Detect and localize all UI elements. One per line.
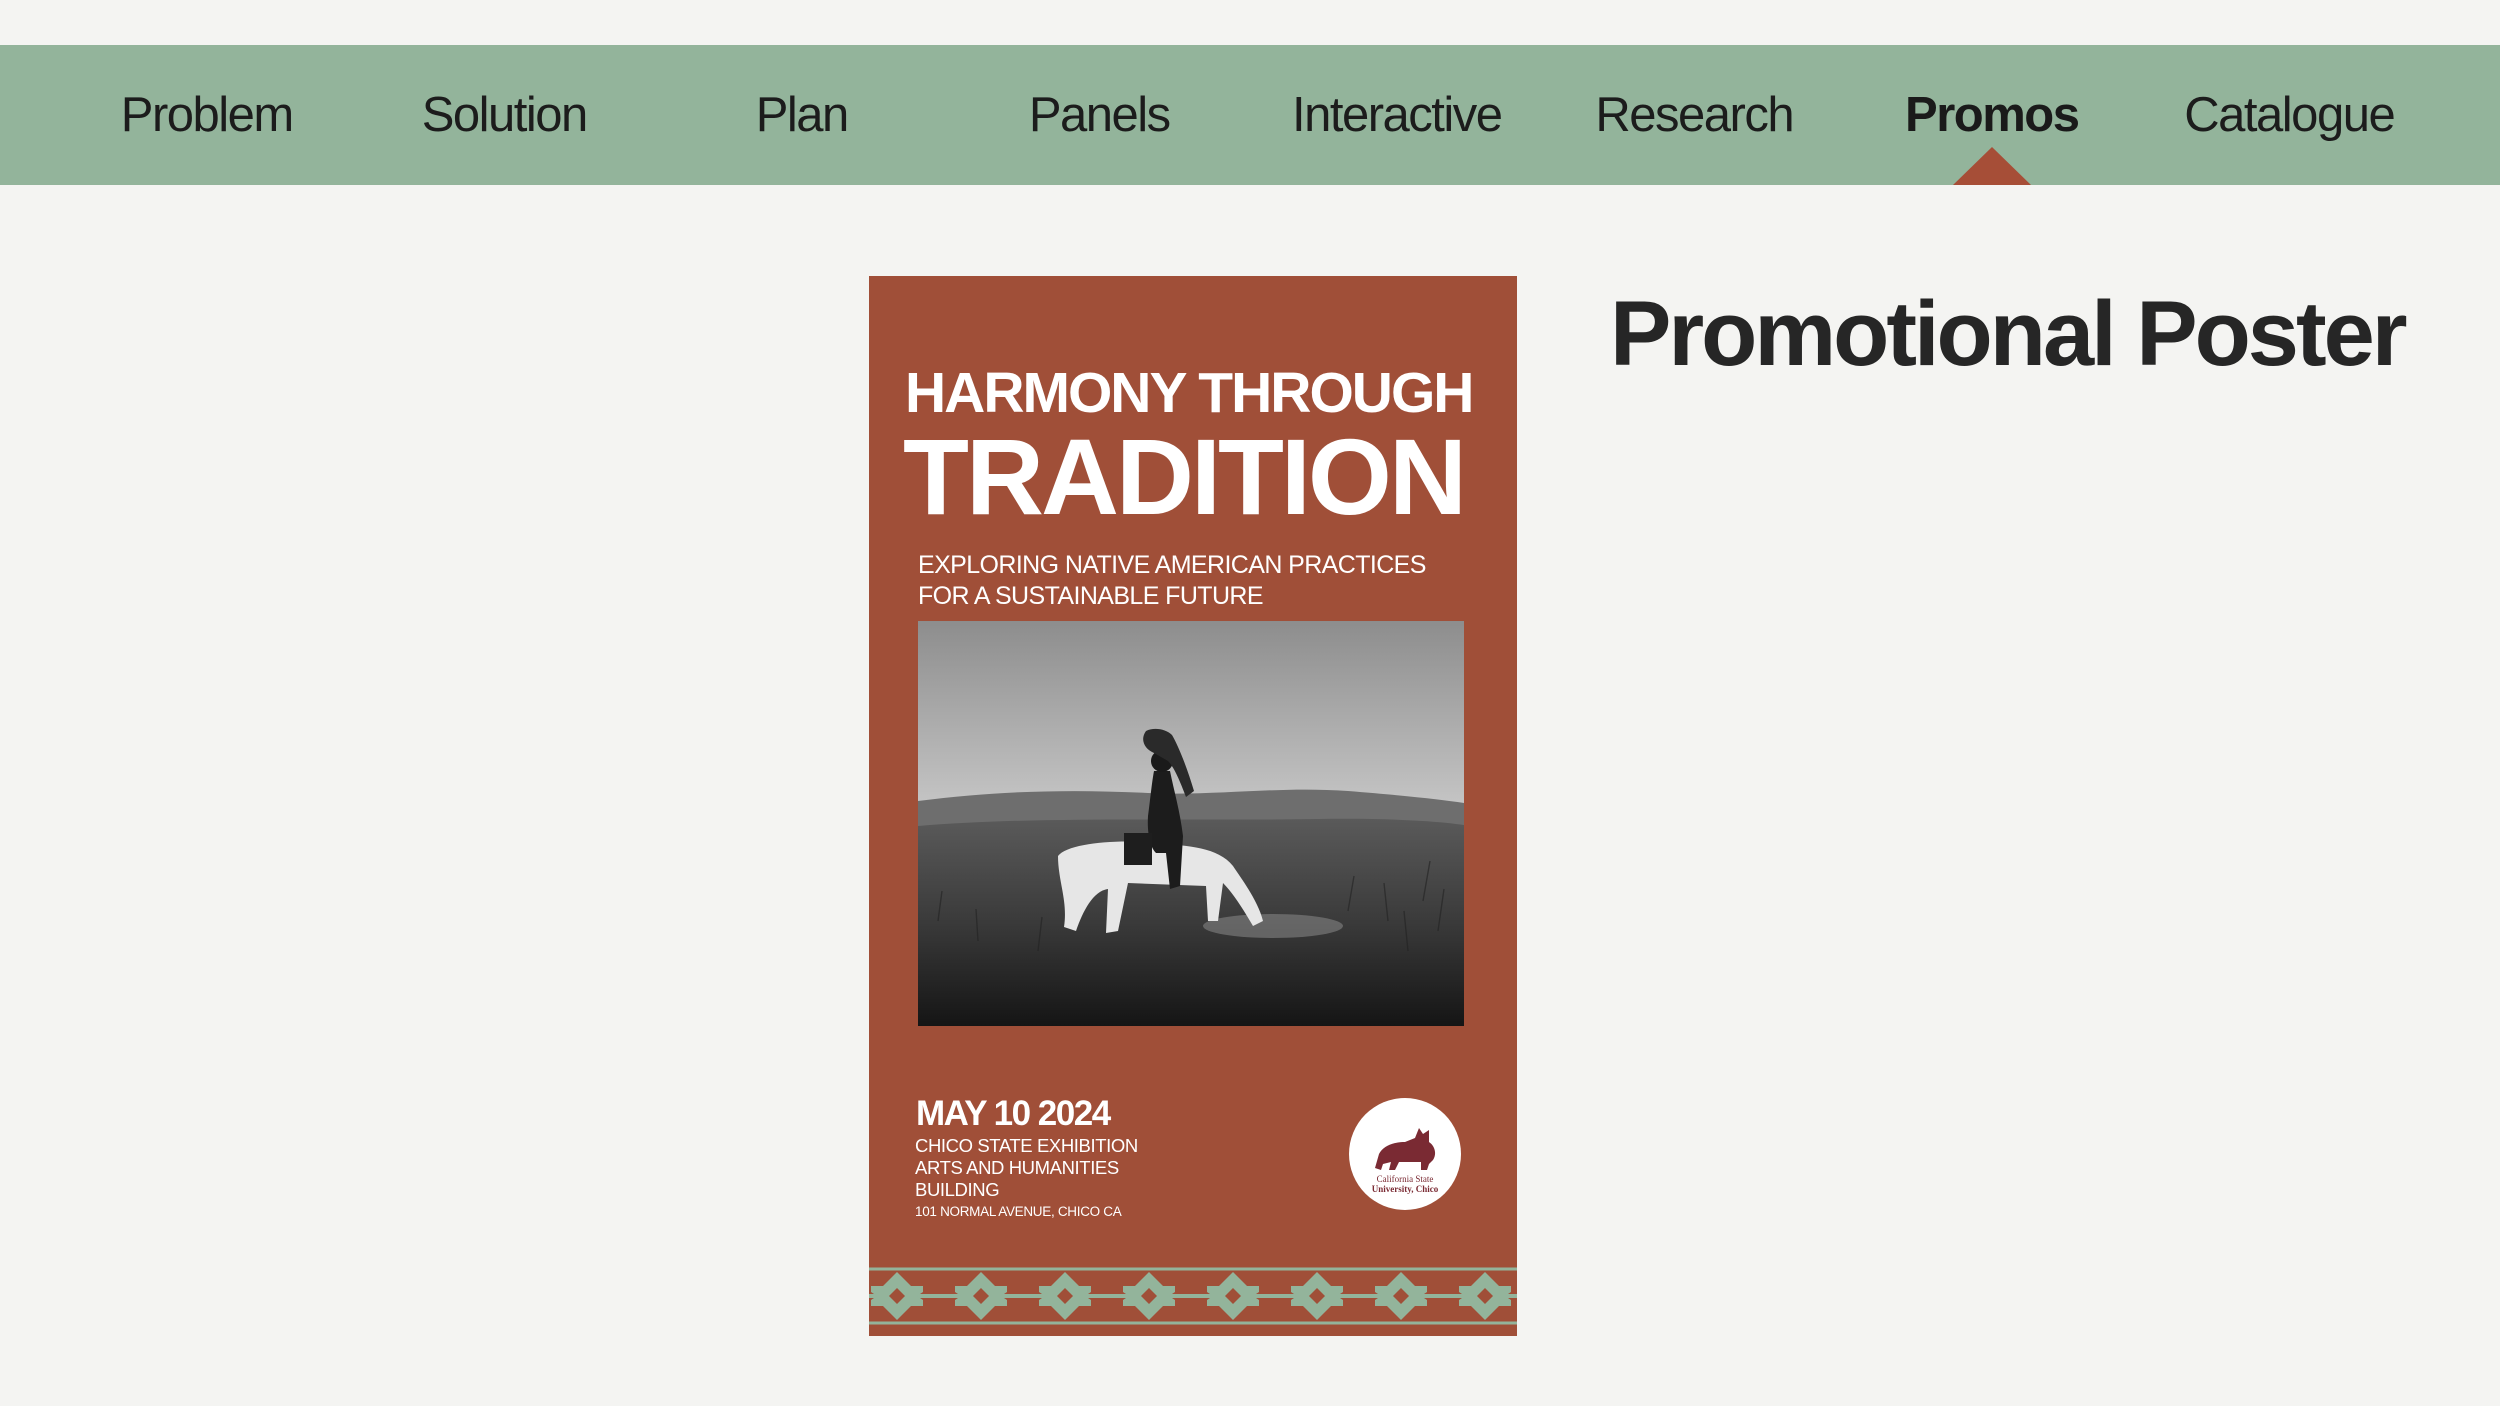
poster-subtitle-line-2: FOR A SUSTAINABLE FUTURE bbox=[918, 582, 1264, 610]
nav-item-solution[interactable]: Solution bbox=[356, 45, 654, 185]
promotional-poster: HARMONY THROUGH TRADITION EXPLORING NATI… bbox=[869, 276, 1517, 1336]
nav-item-research[interactable]: Research bbox=[1546, 45, 1844, 185]
poster-venue-line-2: ARTS AND HUMANITIES bbox=[915, 1157, 1119, 1178]
page: Problem Solution Plan Panels Interactive… bbox=[0, 0, 2500, 1406]
nav-item-panels[interactable]: Panels bbox=[951, 45, 1249, 185]
nav-item-problem[interactable]: Problem bbox=[58, 45, 356, 185]
page-title: Promotional Poster bbox=[1610, 283, 2408, 385]
horse-rider-photo bbox=[918, 621, 1464, 1026]
poster-subtitle-line-1: EXPLORING NATIVE AMERICAN PRACTICES bbox=[918, 551, 1426, 579]
nav-item-plan[interactable]: Plan bbox=[653, 45, 951, 185]
poster-venue-line-3: BUILDING bbox=[915, 1179, 1000, 1200]
poster-subtitle: EXPLORING NATIVE AMERICAN PRACTICES FOR … bbox=[918, 550, 1478, 612]
wildcat-logo-icon: California State University, Chico bbox=[1349, 1098, 1461, 1210]
poster-address: 101 NORMAL AVENUE, CHICO CA bbox=[915, 1204, 1122, 1219]
poster-date: MAY 10 2024 bbox=[916, 1094, 1111, 1133]
poster-heading-large: TRADITION bbox=[903, 416, 1467, 537]
poster-venue-line-1: CHICO STATE EXHIBITION bbox=[915, 1135, 1138, 1156]
top-navigation: Problem Solution Plan Panels Interactive… bbox=[0, 45, 2500, 185]
decorative-border bbox=[869, 1262, 1517, 1336]
nav-item-promos[interactable]: Promos bbox=[1843, 45, 2141, 185]
logo-text-line-2: University, Chico bbox=[1371, 1184, 1439, 1194]
nav-item-catalogue[interactable]: Catalogue bbox=[2141, 45, 2439, 185]
photo-illustration bbox=[918, 621, 1464, 1026]
nav-item-interactive[interactable]: Interactive bbox=[1248, 45, 1546, 185]
logo-text-line-1: California State bbox=[1376, 1174, 1434, 1184]
poster-venue: CHICO STATE EXHIBITION ARTS AND HUMANITI… bbox=[915, 1135, 1195, 1201]
